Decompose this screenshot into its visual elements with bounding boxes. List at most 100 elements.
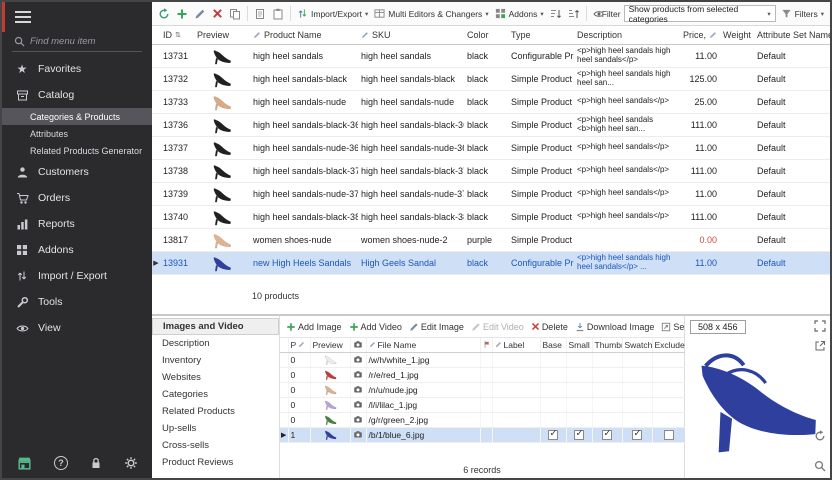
image-row[interactable]: 0 /r/e/red_1.jpg bbox=[280, 367, 685, 382]
column-header-camera[interactable] bbox=[350, 338, 366, 352]
tab-categories[interactable]: Categories bbox=[152, 386, 279, 403]
column-header-description[interactable]: Description bbox=[574, 26, 680, 44]
edit-image-button[interactable]: Edit Image bbox=[408, 321, 465, 333]
sidebar-item-label: Catalog bbox=[38, 89, 74, 101]
swatch-checkbox[interactable] bbox=[632, 430, 642, 440]
tab-description[interactable]: Description bbox=[152, 335, 279, 352]
tab-images-and-video[interactable]: Images and Video bbox=[152, 318, 279, 335]
category-filter-select[interactable]: Show products from selected categories ▾ bbox=[624, 5, 776, 22]
tab-cross-sells[interactable]: Cross-sells bbox=[152, 437, 279, 454]
sidebar-item-view[interactable]: View bbox=[2, 315, 152, 341]
image-row[interactable]: 0 /n/u/nude.jpg bbox=[280, 382, 685, 397]
delete-image-button[interactable]: Delete bbox=[530, 321, 569, 333]
lock-button[interactable] bbox=[89, 456, 103, 470]
thumbnail-checkbox[interactable] bbox=[602, 430, 612, 440]
sort-descending-button[interactable] bbox=[566, 6, 582, 22]
sidebar-item-catalog[interactable]: Catalog bbox=[2, 82, 152, 108]
sidebar-item-categories-products[interactable]: Categories & Products bbox=[2, 108, 152, 125]
tab-up-sells[interactable]: Up-sells bbox=[152, 420, 279, 437]
image-thumbnail bbox=[310, 382, 350, 397]
refresh-button[interactable] bbox=[156, 6, 172, 22]
column-header-swatch[interactable]: Swatch bbox=[622, 338, 652, 352]
table-row[interactable]: 13733 high heel sandals-nudehigh heel sa… bbox=[152, 90, 830, 113]
column-header-thumbnail[interactable]: Thumbna bbox=[592, 338, 622, 352]
paste-button[interactable] bbox=[270, 6, 286, 22]
table-row-selected[interactable]: ▶13931 new High Heels SandalsHigh Geels … bbox=[152, 251, 830, 274]
column-header-file-name[interactable]: File Name bbox=[366, 338, 480, 352]
column-header-exclude[interactable]: Exclude bbox=[652, 338, 685, 352]
multi-editors-menu[interactable]: Multi Editors & Changers ▾ bbox=[372, 6, 490, 21]
search-input[interactable] bbox=[30, 36, 130, 47]
sidebar-item-related-products-generator[interactable]: Related Products Generator bbox=[2, 142, 152, 159]
sidebar-item-attributes[interactable]: Attributes bbox=[2, 125, 152, 142]
chevron-down-icon: ▾ bbox=[821, 10, 824, 18]
image-row[interactable]: 0 /w/h/white_1.jpg bbox=[280, 352, 685, 367]
duplicate-button[interactable] bbox=[252, 6, 268, 22]
set-resize-rule-button[interactable]: Set Resize Rule bbox=[660, 321, 684, 333]
column-header-sku[interactable]: SKU bbox=[358, 26, 464, 44]
sidebar-search[interactable] bbox=[12, 32, 142, 52]
table-row[interactable]: 13737 high heel sandals-nude-36high heel… bbox=[152, 136, 830, 159]
column-header-attribute-set[interactable]: Attribute Set Name bbox=[754, 26, 830, 44]
view-menu[interactable]: View ▾ bbox=[591, 6, 602, 22]
sidebar-item-orders[interactable]: Orders bbox=[2, 185, 152, 211]
add-button[interactable] bbox=[174, 6, 190, 22]
table-row[interactable]: 13732 high heel sandals-blackhigh heel s… bbox=[152, 67, 830, 90]
column-header-flag[interactable] bbox=[480, 338, 492, 352]
edit-button[interactable] bbox=[192, 6, 208, 22]
column-header-preview[interactable]: Preview bbox=[194, 26, 250, 44]
image-row[interactable]: 0 /g/r/green_2.jpg bbox=[280, 412, 685, 427]
column-header-base[interactable]: Base bbox=[540, 338, 566, 352]
zoom-button[interactable] bbox=[814, 460, 826, 472]
sidebar-item-addons[interactable]: Addons bbox=[2, 237, 152, 263]
tab-related-products[interactable]: Related Products bbox=[152, 403, 279, 420]
copy-button[interactable] bbox=[227, 6, 243, 22]
column-header-preview[interactable]: Preview bbox=[310, 338, 350, 352]
column-header-color[interactable]: Color bbox=[464, 26, 508, 44]
help-button[interactable]: ? bbox=[54, 456, 68, 470]
download-image-button[interactable]: Download Image bbox=[574, 321, 656, 333]
column-header-price[interactable]: Price, bbox=[680, 26, 720, 44]
table-row[interactable]: 13739 high heel sandals-nude-37high heel… bbox=[152, 182, 830, 205]
sidebar-item-reports[interactable]: Reports bbox=[2, 211, 152, 237]
sort-ascending-button[interactable] bbox=[548, 6, 564, 22]
addons-menu[interactable]: Addons ▾ bbox=[493, 6, 546, 21]
filters-menu[interactable]: Filters ▾ bbox=[779, 6, 826, 21]
tab-product-reviews[interactable]: Product Reviews bbox=[152, 454, 279, 471]
hamburger-menu-button[interactable] bbox=[2, 2, 152, 32]
exclude-checkbox[interactable] bbox=[664, 430, 674, 440]
store-button[interactable] bbox=[16, 455, 33, 472]
rotate-button[interactable] bbox=[814, 430, 826, 442]
sidebar-item-favorites[interactable]: ★ Favorites bbox=[2, 56, 152, 82]
import-export-menu[interactable]: Import/Export ▾ bbox=[295, 6, 370, 21]
column-header-small[interactable]: Small bbox=[566, 338, 592, 352]
column-header-label[interactable]: Label bbox=[492, 338, 540, 352]
column-header-weight[interactable]: Weight bbox=[720, 26, 754, 44]
sidebar-item-import-export[interactable]: Import / Export bbox=[2, 263, 152, 289]
sidebar-item-customers[interactable]: Customers bbox=[2, 159, 152, 185]
column-header-position[interactable]: P bbox=[288, 338, 310, 352]
sidebar-item-tools[interactable]: Tools bbox=[2, 289, 152, 315]
table-row[interactable]: 13817 women shoes-nudewomen shoes-nude-2… bbox=[152, 228, 830, 251]
app-window: ★ Favorites Catalog Categories & Product… bbox=[0, 0, 832, 480]
delete-button[interactable] bbox=[210, 6, 225, 21]
add-video-button[interactable]: Add Video bbox=[348, 321, 403, 333]
add-image-button[interactable]: Add Image bbox=[285, 321, 343, 333]
tab-websites[interactable]: Websites bbox=[152, 369, 279, 386]
base-checkbox[interactable] bbox=[548, 430, 558, 440]
column-header-id[interactable]: ID⇅ bbox=[160, 26, 194, 44]
column-header-product-name[interactable]: Product Name bbox=[250, 26, 358, 44]
table-row[interactable]: 13738 high heel sandals-black-37high hee… bbox=[152, 159, 830, 182]
edit-video-button[interactable]: Edit Video bbox=[470, 321, 525, 333]
fullscreen-button[interactable] bbox=[814, 320, 826, 332]
image-row-selected[interactable]: ▶1 /b/1/blue_6.jpg bbox=[280, 427, 685, 442]
table-row[interactable]: 13736 high heel sandals-black-36high hee… bbox=[152, 113, 830, 136]
table-row[interactable]: 13731 high heel sandalshigh heel sandals… bbox=[152, 44, 830, 67]
small-checkbox[interactable] bbox=[574, 430, 584, 440]
tab-inventory[interactable]: Inventory bbox=[152, 352, 279, 369]
table-row[interactable]: 13740 high heel sandals-black-38high hee… bbox=[152, 205, 830, 228]
image-row[interactable]: 0 /l/i/lilac_1.jpg bbox=[280, 397, 685, 412]
settings-button[interactable] bbox=[124, 456, 138, 470]
help-icon: ? bbox=[54, 456, 68, 470]
column-header-type[interactable]: Type bbox=[508, 26, 574, 44]
